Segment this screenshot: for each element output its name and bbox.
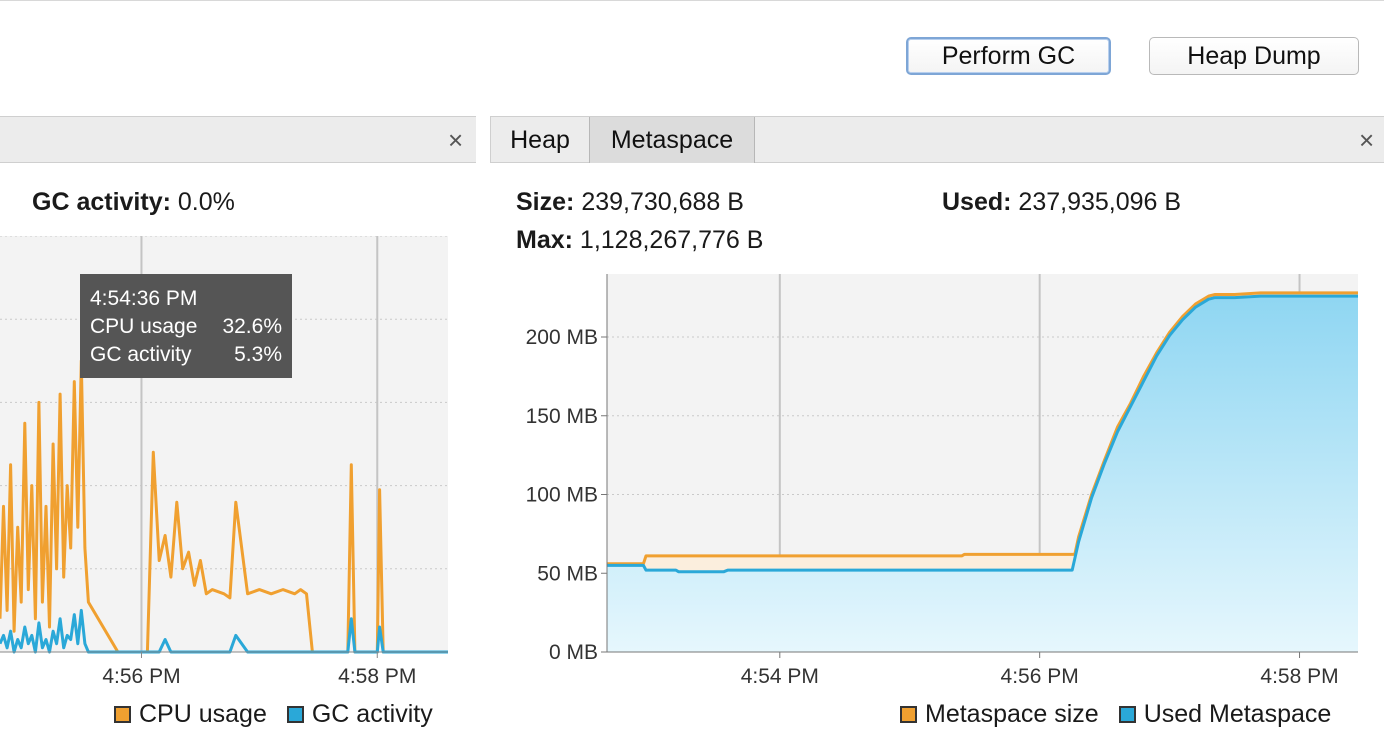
legend-used-metaspace-label: Used Metaspace: [1143, 700, 1332, 728]
metaspace-x-tick-label: 4:54 PM: [741, 665, 819, 688]
memory-panel-tabbar: Heap Metaspace: [490, 116, 1384, 163]
cpu-chart-legend: CPU usage GC activity: [114, 700, 433, 729]
tooltip-cpu-label: CPU usage: [90, 315, 198, 338]
max-value: 1,128,267,776 B: [579, 226, 764, 254]
used-value: 237,935,096 B: [1018, 188, 1182, 216]
legend-gc-activity-label: GC activity: [311, 700, 433, 728]
metaspace-y-tick-label: 200 MB: [526, 326, 598, 349]
heap-dump-button[interactable]: Heap Dump: [1149, 37, 1359, 75]
window-top-border: [0, 0, 1384, 1]
legend-gc-activity: GC activity: [286, 700, 433, 729]
cpu-x-tick-label: 4:58 PM: [338, 665, 416, 684]
metaspace-legend: Metaspace size Used Metaspace: [900, 700, 1331, 729]
metaspace-used-readout: Used: 237,935,096 B: [942, 188, 1181, 217]
cpu-usage-swatch: [114, 706, 131, 723]
tooltip-gc-label: GC activity: [90, 343, 192, 366]
close-memory-panel-icon[interactable]: ×: [1359, 127, 1374, 153]
legend-cpu-usage: CPU usage: [114, 700, 267, 729]
max-label: Max:: [516, 226, 573, 254]
metaspace-y-tick-label: 0 MB: [549, 641, 598, 664]
metaspace-x-tick-label: 4:56 PM: [1001, 665, 1079, 688]
gc-activity-swatch: [286, 706, 304, 723]
metaspace-y-tick-label: 100 MB: [526, 484, 598, 507]
gc-activity-label: GC activity:: [32, 188, 171, 216]
size-value: 239,730,688 B: [581, 188, 744, 216]
legend-used-metaspace: Used Metaspace: [1118, 700, 1332, 729]
gc-activity-readout: GC activity: 0.0%: [32, 188, 235, 217]
tooltip-cpu-value: 32.6%: [222, 315, 282, 338]
legend-metaspace-size-label: Metaspace size: [925, 700, 1099, 728]
cpu-x-tick-label: 4:56 PM: [102, 665, 180, 684]
tooltip-gc-value: 5.3%: [234, 343, 282, 366]
legend-metaspace-size: Metaspace size: [900, 700, 1099, 729]
metaspace-size-swatch: [900, 706, 917, 723]
used-label: Used:: [942, 188, 1012, 216]
gc-activity-value: 0.0%: [177, 188, 235, 216]
metaspace-y-tick-label: 50 MB: [537, 562, 598, 585]
perform-gc-button[interactable]: Perform GC: [906, 37, 1111, 75]
legend-cpu-usage-label: CPU usage: [139, 700, 267, 728]
used-metaspace-swatch: [1118, 706, 1136, 723]
metaspace-y-tick-label: 150 MB: [526, 405, 598, 428]
size-label: Size:: [516, 188, 575, 216]
metaspace-x-tick-label: 4:58 PM: [1260, 665, 1338, 688]
metaspace-chart: 0 MB 50 MB 100 MB 150 MB 200 MB 4:54 PM 4:56 …: [526, 274, 1358, 688]
chart-tooltip: 4:54:36 PM CPU usage 32.6% GC activity 5…: [80, 274, 292, 378]
tooltip-time: 4:54:36 PM: [90, 287, 198, 310]
metaspace-size-readout: Size: 239,730,688 B: [516, 188, 744, 217]
cpu-panel-header: [0, 116, 476, 163]
tab-heap[interactable]: Heap: [491, 117, 589, 163]
metaspace-max-readout: Max: 1,128,267,776 B: [516, 226, 763, 255]
close-cpu-panel-icon[interactable]: ×: [448, 127, 463, 153]
tab-metaspace[interactable]: Metaspace: [589, 117, 755, 163]
